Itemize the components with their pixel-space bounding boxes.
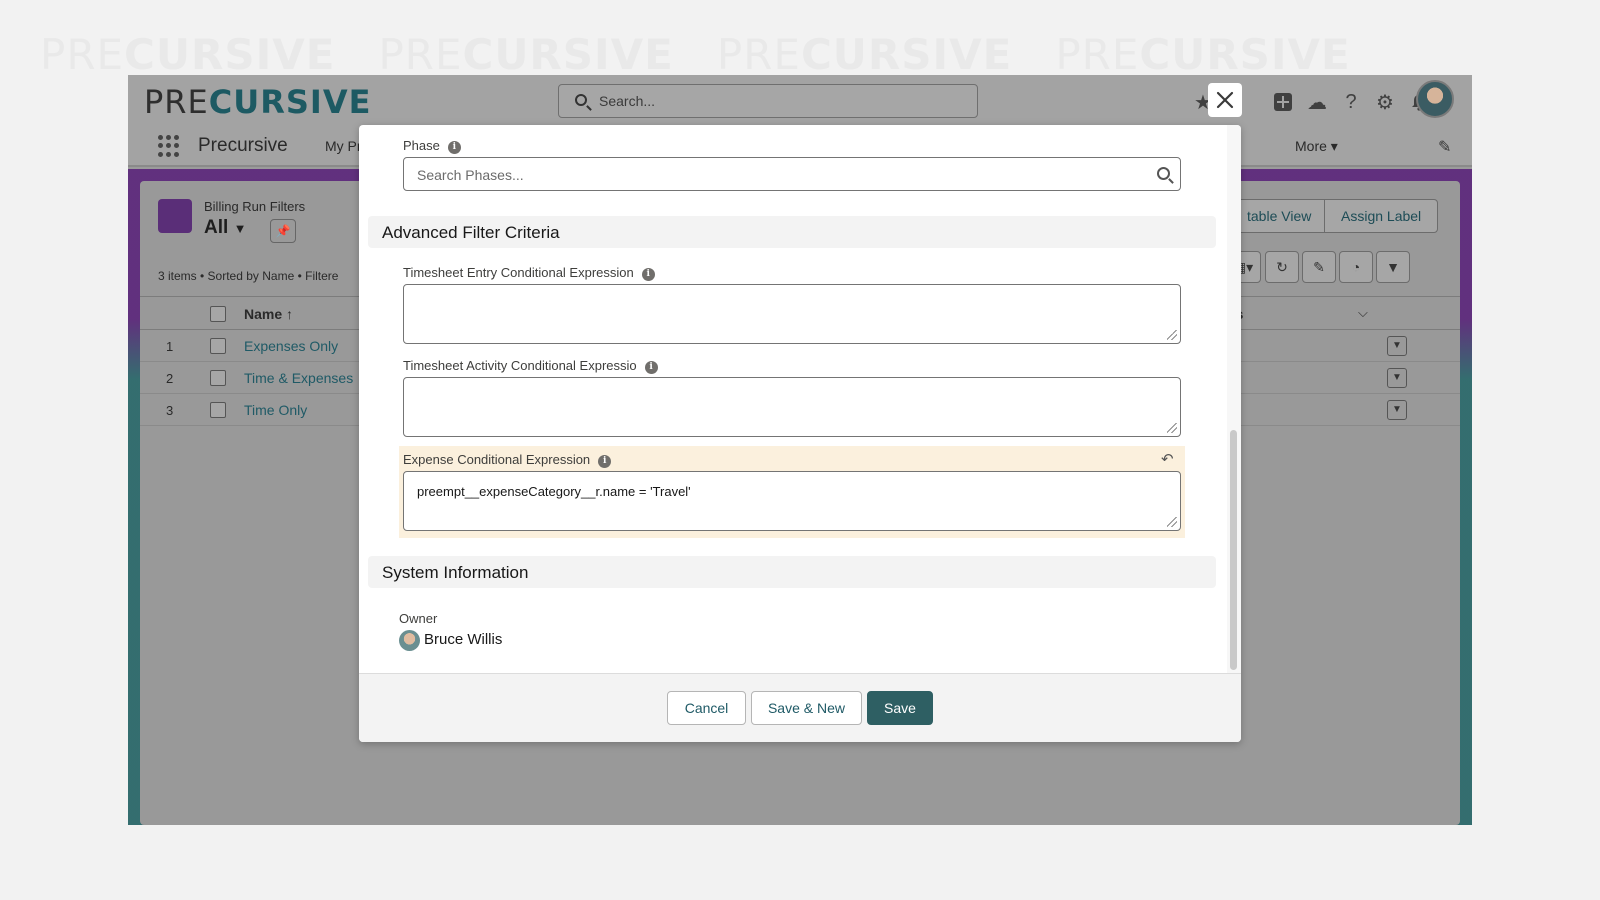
row-checkbox[interactable] <box>210 370 226 386</box>
record-link[interactable]: Expenses Only <box>244 338 338 354</box>
info-icon[interactable]: i <box>447 141 461 154</box>
cancel-button[interactable]: Cancel <box>667 691 746 725</box>
refresh-icon[interactable]: ↻ <box>1265 251 1299 283</box>
owner-avatar <box>399 630 420 651</box>
owner-label: Owner <box>399 611 438 626</box>
filter-icon[interactable]: ▼ <box>1376 251 1410 283</box>
resize-handle[interactable] <box>1167 517 1177 527</box>
section-system-information[interactable]: System Information <box>368 556 1216 588</box>
plus-icon[interactable] <box>1266 85 1300 119</box>
save-new-button[interactable]: Save & New <box>751 691 862 725</box>
timesheet-activity-label: Timesheet Activity Conditional Expressio… <box>403 358 658 374</box>
help-icon[interactable]: ? <box>1334 85 1368 119</box>
search-icon <box>575 94 587 106</box>
row-actions-icon[interactable]: ▼ <box>1387 336 1407 356</box>
app-launcher-icon[interactable] <box>158 135 180 157</box>
assign-label-button[interactable]: Assign Label <box>1324 199 1439 233</box>
phase-search-input[interactable]: Search Phases... <box>403 157 1181 191</box>
row-checkbox[interactable] <box>210 402 226 418</box>
select-all-checkbox[interactable] <box>210 306 226 322</box>
chevron-down-icon[interactable]: ⌵ <box>1358 305 1368 321</box>
edit-record-modal: Phase i Search Phases... Advanced Filter … <box>359 125 1241 742</box>
gear-icon[interactable]: ⚙ <box>1368 85 1402 119</box>
global-search-input[interactable]: Search... <box>558 84 978 118</box>
nav-tab-my[interactable]: My Pr <box>325 138 362 154</box>
record-link[interactable]: Time Only <box>244 402 307 418</box>
expense-textarea[interactable]: preempt__expenseCategory__r.name = 'Trav… <box>403 471 1181 531</box>
pin-icon[interactable]: 📌 <box>270 219 296 243</box>
section-advanced-filter[interactable]: Advanced Filter Criteria <box>368 216 1216 248</box>
info-icon[interactable]: i <box>598 455 612 468</box>
expense-label: Expense Conditional Expression i <box>403 452 612 468</box>
nav-more[interactable]: More ▾ <box>1295 138 1338 155</box>
modal-close-button[interactable] <box>1208 83 1242 117</box>
list-view-switcher[interactable]: All ▼ <box>204 217 246 239</box>
column-name-header[interactable]: Name ↑ <box>244 306 293 322</box>
record-link[interactable]: Time & Expenses <box>244 370 353 386</box>
resize-handle[interactable] <box>1167 330 1177 340</box>
row-checkbox[interactable] <box>210 338 226 354</box>
row-actions-icon[interactable]: ▼ <box>1387 368 1407 388</box>
modal-body: Phase i Search Phases... Advanced Filter … <box>359 125 1227 673</box>
close-icon <box>1216 91 1234 109</box>
save-button[interactable]: Save <box>867 691 933 725</box>
timesheet-entry-label: Timesheet Entry Conditional Expression i <box>403 265 655 281</box>
editable-view-button[interactable]: table View <box>1230 199 1329 233</box>
undo-icon[interactable]: ↶ <box>1161 450 1174 468</box>
edit-nav-icon[interactable]: ✎ <box>1438 137 1451 157</box>
scrollbar-thumb[interactable] <box>1230 430 1237 670</box>
chart-icon[interactable]: ◔ <box>1339 251 1373 283</box>
global-header: PRECURSIVE Search... ★ ☁ ? ⚙ <box>128 75 1472 127</box>
object-title: Billing Run Filters <box>204 199 306 214</box>
app-name: Precursive <box>198 135 288 156</box>
info-icon[interactable]: i <box>644 361 658 374</box>
row-actions-icon[interactable]: ▼ <box>1387 400 1407 420</box>
object-icon <box>158 199 192 233</box>
timesheet-entry-textarea[interactable] <box>403 284 1181 344</box>
modal-footer: Cancel Save & New Save <box>359 673 1241 742</box>
phase-label: Phase i <box>403 138 461 154</box>
timesheet-activity-textarea[interactable] <box>403 377 1181 437</box>
search-icon <box>1157 167 1170 180</box>
logo: PRECURSIVE <box>144 83 372 121</box>
resize-handle[interactable] <box>1167 423 1177 433</box>
info-icon[interactable]: i <box>641 268 655 281</box>
edit-icon[interactable]: ✎ <box>1302 251 1336 283</box>
user-avatar[interactable] <box>1416 80 1454 118</box>
owner-name[interactable]: Bruce Willis <box>424 631 502 648</box>
list-meta: 3 items • Sorted by Name • Filtere <box>158 269 339 283</box>
cloud-icon[interactable]: ☁ <box>1300 85 1334 119</box>
